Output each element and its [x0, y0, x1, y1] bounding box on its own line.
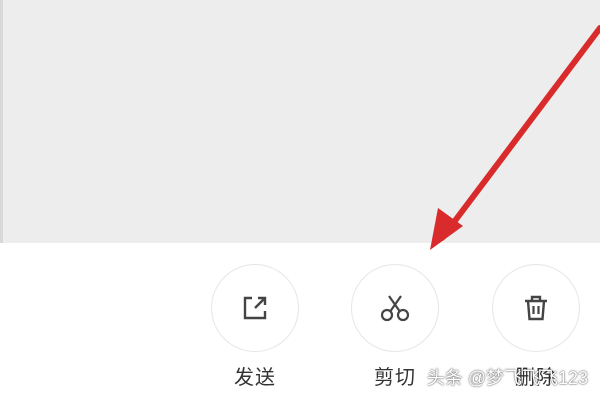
send-button[interactable]: 发送 [209, 264, 301, 394]
cut-button-circle[interactable] [351, 264, 439, 352]
delete-button-circle[interactable] [492, 264, 580, 352]
share-icon [238, 291, 272, 325]
send-label: 发送 [234, 365, 276, 389]
content-area [0, 0, 600, 243]
scissors-icon [377, 290, 413, 326]
screen: 发送 剪切 删除 头条 @梦飞飞飞123 [0, 0, 600, 400]
watermark: 头条 @梦飞飞飞123 [426, 368, 588, 388]
left-edge [0, 0, 3, 243]
trash-icon [519, 291, 553, 325]
send-button-circle[interactable] [211, 264, 299, 352]
